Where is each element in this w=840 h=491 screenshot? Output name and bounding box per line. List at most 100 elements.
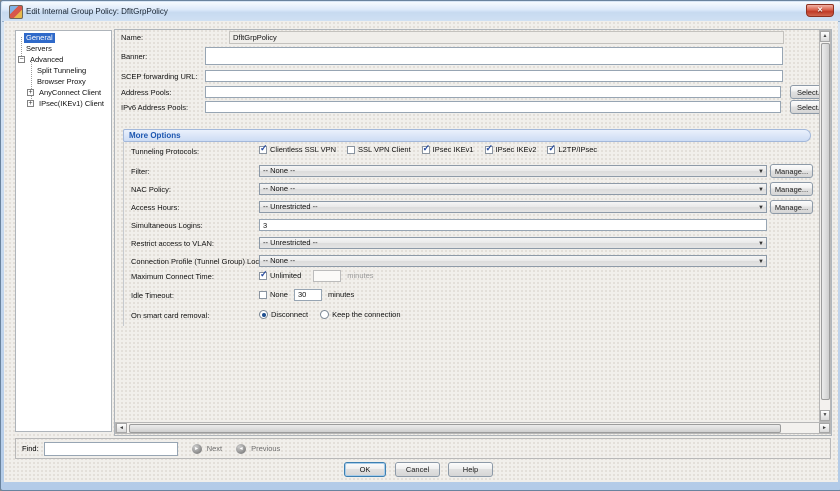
nac-policy-manage-button[interactable]: Manage...	[770, 182, 813, 196]
find-bar: Find: ▸ Next ◂ Previous	[15, 438, 831, 459]
tunnel-group-lock-dropdown[interactable]: -- None -- ▼	[259, 255, 767, 267]
next-icon[interactable]: ▸	[191, 443, 202, 454]
expand-icon[interactable]: +	[27, 100, 34, 107]
restrict-vlan-label: Restrict access to VLAN:	[131, 239, 214, 248]
tree-item-split-tunneling[interactable]: Split Tunneling	[35, 66, 88, 76]
restrict-vlan-dropdown[interactable]: -- Unrestricted -- ▼	[259, 237, 767, 249]
scroll-right-icon[interactable]: ►	[819, 423, 830, 433]
clientless-ssl-vpn-checkbox[interactable]: ✓	[259, 142, 268, 154]
dialog-icon	[9, 5, 23, 19]
banner-label: Banner:	[121, 52, 148, 61]
filter-manage-button[interactable]: Manage...	[770, 164, 813, 178]
chevron-down-icon: ▼	[758, 169, 764, 175]
chevron-down-icon: ▼	[758, 259, 764, 265]
tree-item-general[interactable]: General	[24, 33, 55, 43]
simultaneous-logins-input[interactable]	[259, 219, 767, 231]
horizontal-scrollbar[interactable]: ◄ ►	[115, 422, 831, 434]
tree-item-ipsec-client[interactable]: IPsec(IKEv1) Client	[37, 99, 106, 109]
protocol-option: ✓ Clientless SSL VPN	[259, 142, 336, 154]
scep-url-label: SCEP forwarding URL:	[121, 72, 198, 81]
nac-policy-label: NAC Policy:	[131, 185, 172, 194]
smart-card-options-row: Disconnect Keep the connection	[259, 308, 401, 321]
find-next-button[interactable]: Next	[207, 444, 222, 453]
scroll-up-icon[interactable]: ▲	[820, 31, 830, 42]
find-previous-button[interactable]: Previous	[251, 444, 280, 453]
ipsec-ikev2-checkbox[interactable]: ✓	[484, 142, 494, 154]
unlimited-label: Unlimited	[270, 271, 302, 280]
name-field: DfltGrpPolicy	[229, 31, 784, 44]
check-icon: ✓	[260, 142, 268, 153]
protocol-option: ✓ IPsec IKEv2	[484, 142, 537, 154]
find-input[interactable]	[43, 441, 178, 456]
ipsec-ikev1-checkbox[interactable]: ✓	[421, 142, 431, 154]
protocol-option: ✓ L2TP/IPsec	[547, 142, 598, 154]
more-options-header[interactable]: More Options	[123, 129, 811, 142]
filter-dropdown[interactable]: -- None -- ▼	[259, 165, 767, 177]
unlimited-checkbox[interactable]: ✓	[259, 268, 268, 280]
close-icon[interactable]: ✕	[806, 4, 834, 17]
l2tp-ipsec-checkbox[interactable]: ✓	[547, 142, 556, 154]
access-hours-label: Access Hours:	[131, 203, 180, 212]
address-pools-label: Address Pools:	[121, 88, 172, 97]
ok-button[interactable]: OK	[344, 462, 386, 477]
max-connect-time-row: ✓ Unlimited minutes	[259, 269, 374, 282]
check-icon: ✓	[260, 268, 268, 279]
expand-icon[interactable]: +	[27, 89, 34, 96]
tunneling-protocols-label: Tunneling Protocols:	[131, 147, 200, 156]
address-pools-input[interactable]	[205, 86, 781, 98]
check-icon: ✓	[548, 142, 556, 153]
scep-url-input[interactable]	[205, 70, 783, 82]
previous-icon[interactable]: ◂	[236, 443, 247, 454]
tree-item-servers[interactable]: Servers	[24, 44, 54, 54]
keep-connection-label: Keep the connection	[332, 310, 401, 319]
scroll-left-icon[interactable]: ◄	[116, 423, 127, 433]
more-options-border	[123, 142, 124, 326]
check-icon: ✓	[485, 142, 494, 153]
dialog-title: Edit Internal Group Policy: DfltGrpPolic…	[26, 7, 168, 16]
none-checkbox[interactable]: ✓	[259, 290, 267, 299]
access-hours-dropdown[interactable]: -- Unrestricted -- ▼	[259, 201, 767, 213]
chevron-down-icon: ▼	[758, 205, 764, 211]
tree-item-browser-proxy[interactable]: Browser Proxy	[35, 77, 88, 87]
tree-connector-line	[31, 62, 32, 103]
ssl-vpn-client-checkbox[interactable]: ✓	[347, 145, 355, 154]
name-label: Name:	[121, 33, 144, 42]
chevron-down-icon: ▼	[758, 187, 764, 193]
banner-input[interactable]	[205, 47, 783, 65]
disconnect-label: Disconnect	[271, 310, 309, 319]
chevron-down-icon: ▼	[758, 241, 764, 247]
ipv6-pools-input[interactable]	[205, 101, 781, 113]
none-label: None	[270, 290, 288, 299]
nac-policy-dropdown[interactable]: -- None -- ▼	[259, 183, 767, 195]
idle-minutes-label: minutes	[327, 290, 355, 299]
edit-group-policy-dialog: Edit Internal Group Policy: DfltGrpPolic…	[0, 0, 840, 491]
nav-tree: General Servers − Advanced Split Tunneli…	[15, 30, 112, 432]
keep-connection-radio[interactable]	[320, 310, 330, 319]
smart-card-label: On smart card removal:	[131, 311, 210, 320]
max-connect-time-input	[313, 269, 342, 282]
idle-timeout-row: ✓ None minutes	[259, 288, 354, 301]
cancel-button[interactable]: Cancel	[395, 462, 440, 477]
help-button[interactable]: Help	[448, 462, 493, 477]
find-label: Find:	[22, 444, 39, 453]
title-bar[interactable]: Edit Internal Group Policy: DfltGrpPolic…	[2, 2, 840, 22]
protocol-option: ✓SSL VPN Client	[347, 145, 411, 154]
tunneling-protocols-group: ✓Clientless SSL VPN ✓SSL VPN Client ✓IPs…	[259, 143, 597, 156]
disconnect-radio[interactable]	[259, 310, 268, 319]
tree-item-anyconnect-client[interactable]: AnyConnect Client	[37, 88, 103, 98]
horizontal-scroll-thumb[interactable]	[129, 423, 781, 433]
idle-timeout-input[interactable]	[293, 288, 322, 301]
vertical-scrollbar[interactable]: ▲ ▼	[819, 30, 831, 422]
access-hours-manage-button[interactable]: Manage...	[770, 200, 813, 214]
vertical-scroll-thumb[interactable]	[820, 43, 830, 400]
ipv6-pools-label: IPv6 Address Pools:	[121, 103, 189, 112]
protocol-option: ✓ IPsec IKEv1	[421, 142, 474, 154]
tree-item-advanced[interactable]: Advanced	[28, 55, 65, 65]
scroll-down-icon[interactable]: ▼	[820, 410, 830, 421]
idle-timeout-label: Idle Timeout:	[131, 291, 174, 300]
filter-label: Filter:	[131, 167, 150, 176]
simultaneous-logins-label: Simultaneous Logins:	[131, 221, 203, 230]
collapse-icon[interactable]: −	[18, 56, 25, 63]
check-icon: ✓	[422, 142, 431, 153]
max-connect-minutes-label: minutes	[347, 271, 374, 280]
